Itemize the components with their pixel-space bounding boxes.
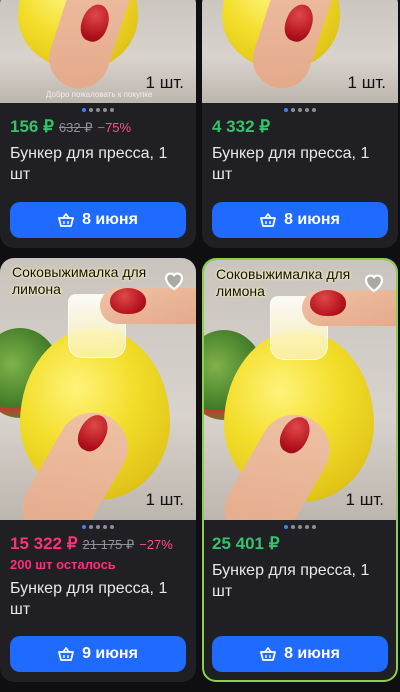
current-price: 156 ₽ bbox=[10, 117, 54, 136]
product-title[interactable]: Бункер для пресса, 1 шт bbox=[202, 556, 398, 604]
basket-icon bbox=[260, 647, 276, 661]
pager-dot[interactable] bbox=[82, 525, 86, 529]
current-price: 15 322 ₽ bbox=[10, 534, 78, 553]
delivery-date-label: 8 июня bbox=[284, 211, 340, 228]
price-row: 15 322 ₽ 21 175 ₽ −27% bbox=[0, 534, 196, 556]
quantity-label: 1 шт. bbox=[347, 73, 386, 92]
discount-badge: −27% bbox=[139, 537, 173, 552]
basket-icon bbox=[58, 647, 74, 661]
current-price: 4 332 ₽ bbox=[212, 117, 271, 136]
product-card-3[interactable]: Соковыжималка для лимона 1 шт. 15 322 ₽ … bbox=[0, 258, 196, 682]
current-price: 25 401 ₽ bbox=[212, 534, 280, 553]
pager-dot[interactable] bbox=[110, 525, 114, 529]
heart-icon[interactable] bbox=[362, 270, 386, 294]
product-card-4[interactable]: Соковыжималка для лимона 1 шт. 25 401 ₽ … bbox=[202, 258, 398, 682]
quantity-label: 1 шт. bbox=[145, 490, 184, 509]
quantity-label: 1 шт. bbox=[345, 490, 384, 509]
promo-badge: Соковыжималка для лимона bbox=[216, 266, 351, 299]
add-to-cart-button[interactable]: 8 июня bbox=[10, 202, 186, 238]
pager-dot[interactable] bbox=[284, 108, 288, 112]
pager-dot[interactable] bbox=[284, 525, 288, 529]
image-pager[interactable] bbox=[202, 520, 398, 534]
pager-dot[interactable] bbox=[305, 108, 309, 112]
product-image[interactable]: Добро пожаловать к покупке 1 шт. bbox=[0, 0, 196, 103]
price-row: 25 401 ₽ bbox=[202, 534, 398, 556]
pager-dot[interactable] bbox=[103, 108, 107, 112]
watermark-text: Добро пожаловать к покупке bbox=[46, 90, 153, 99]
product-image[interactable]: 1 шт. bbox=[202, 0, 398, 103]
heart-icon[interactable] bbox=[162, 268, 186, 292]
pager-dot[interactable] bbox=[89, 525, 93, 529]
product-image[interactable]: Соковыжималка для лимона 1 шт. bbox=[204, 260, 396, 520]
discount-badge: −75% bbox=[97, 120, 132, 135]
quantity-label: 1 шт. bbox=[145, 73, 184, 92]
product-image[interactable]: Соковыжималка для лимона 1 шт. bbox=[0, 258, 196, 520]
pager-dot[interactable] bbox=[312, 525, 316, 529]
pager-dot[interactable] bbox=[298, 108, 302, 112]
promo-badge: Соковыжималка для лимона bbox=[12, 264, 147, 297]
product-card-2[interactable]: 1 шт. 4 332 ₽ Бункер для пресса, 1 шт 8 … bbox=[202, 0, 398, 248]
product-card-1[interactable]: Добро пожаловать к покупке 1 шт. 156 ₽ 6… bbox=[0, 0, 196, 248]
pager-dot[interactable] bbox=[312, 108, 316, 112]
product-title[interactable]: Бункер для пресса, 1 шт bbox=[202, 139, 398, 187]
pager-dot[interactable] bbox=[82, 108, 86, 112]
pager-dot[interactable] bbox=[110, 108, 114, 112]
product-title[interactable]: Бункер для пресса, 1 шт bbox=[0, 139, 196, 187]
pager-dot[interactable] bbox=[291, 525, 295, 529]
old-price: 632 ₽ bbox=[58, 120, 93, 135]
delivery-date-label: 8 июня bbox=[284, 645, 340, 662]
add-to-cart-button[interactable]: 8 июня bbox=[212, 636, 388, 672]
pager-dot[interactable] bbox=[96, 108, 100, 112]
pager-dot[interactable] bbox=[96, 525, 100, 529]
add-to-cart-button[interactable]: 8 июня bbox=[212, 202, 388, 238]
pager-dot[interactable] bbox=[89, 108, 93, 112]
pager-dot[interactable] bbox=[103, 525, 107, 529]
image-pager[interactable] bbox=[0, 103, 196, 117]
old-price: 21 175 ₽ bbox=[82, 537, 135, 552]
price-row: 156 ₽ 632 ₽ −75% bbox=[0, 117, 196, 139]
pager-dot[interactable] bbox=[291, 108, 295, 112]
product-title[interactable]: Бункер для пресса, 1 шт bbox=[0, 574, 196, 622]
basket-icon bbox=[260, 213, 276, 227]
image-pager[interactable] bbox=[0, 520, 196, 534]
pager-dot[interactable] bbox=[305, 525, 309, 529]
stock-left-label: 200 шт осталось bbox=[10, 557, 116, 572]
add-to-cart-button[interactable]: 9 июня bbox=[10, 636, 186, 672]
image-pager[interactable] bbox=[202, 103, 398, 117]
delivery-date-label: 9 июня bbox=[82, 645, 138, 662]
pager-dot[interactable] bbox=[298, 525, 302, 529]
basket-icon bbox=[58, 213, 74, 227]
delivery-date-label: 8 июня bbox=[82, 211, 138, 228]
price-row: 4 332 ₽ bbox=[202, 117, 398, 139]
